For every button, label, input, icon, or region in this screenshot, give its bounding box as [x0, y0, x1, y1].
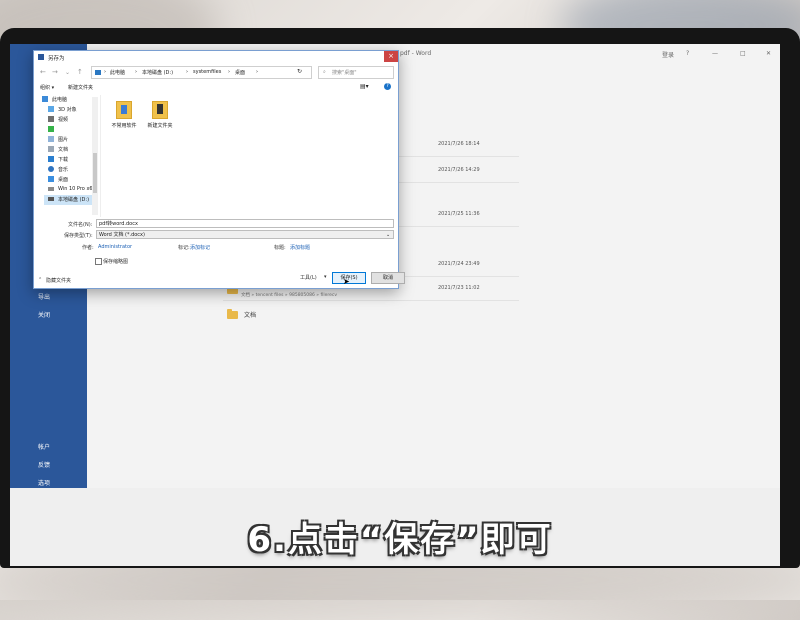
folder-icon — [227, 309, 238, 319]
filename-label: 文件名(N): — [68, 222, 93, 228]
filename-input[interactable]: pdf转word.docx — [96, 219, 394, 228]
nav-feedback[interactable]: 反馈 — [10, 460, 87, 469]
back-arrow-icon[interactable]: ← — [40, 68, 46, 76]
minimize-button[interactable]: — — [712, 50, 718, 57]
music-icon — [48, 166, 54, 172]
add-tags-link[interactable]: 添加标记 — [190, 244, 210, 251]
author-label: 作者: — [82, 245, 94, 251]
download-icon — [48, 156, 54, 162]
save-as-dialog: 另存为 × ← → ⌄ ↑ › 此电脑 › 本地磁盘 (D:) › system… — [33, 50, 405, 289]
maximize-button[interactable]: □ — [740, 50, 746, 57]
dialog-titlebar: 另存为 × — [34, 51, 398, 63]
drive-icon — [48, 197, 54, 201]
dialog-close-icon[interactable]: × — [384, 51, 398, 62]
scrollbar-thumb[interactable] — [93, 153, 97, 193]
dialog-title: 另存为 — [48, 56, 65, 62]
nav-options[interactable]: 选项 — [10, 478, 87, 487]
dialog-toolbar: 组织 ▾ 新建文件夹 ▤▾ ? — [34, 81, 398, 93]
chevron-down-icon: ⌄ — [386, 232, 391, 238]
document-icon — [48, 146, 54, 152]
tools-button[interactable]: 工具(L) — [300, 274, 317, 281]
file-item-folder[interactable]: 新建文件夹 — [141, 101, 179, 135]
window-title: pdf - Word — [400, 50, 432, 57]
hide-folders-button[interactable]: 隐藏文件夹 — [46, 277, 71, 284]
title-label: 标题: — [274, 245, 286, 251]
nav-account[interactable]: 帐户 — [10, 442, 87, 451]
mouse-cursor-icon: ➤ — [343, 277, 350, 286]
drive-icon — [48, 187, 54, 191]
thumbnail-checkbox[interactable] — [95, 258, 102, 265]
caption: 6.点击“保存”即可 — [247, 520, 553, 560]
tags-label: 标记: — [178, 245, 190, 251]
sign-in-link[interactable]: 登录 — [662, 50, 674, 59]
help-icon[interactable]: ? — [384, 83, 391, 90]
breadcrumb-local-disk[interactable]: 本地磁盘 (D:) — [142, 69, 173, 76]
tree-scrollbar[interactable] — [92, 97, 98, 215]
desktop-icon — [48, 176, 54, 182]
view-options-icon[interactable]: ▤▾ — [360, 83, 369, 90]
close-button[interactable]: ✕ — [766, 50, 771, 57]
screen: 导出 关闭 帐户 反馈 选项 2021/7/26 18:14 2021/7/26… — [10, 44, 780, 488]
recent-locations-icon[interactable]: ⌄ — [65, 69, 70, 76]
chevron-up-icon[interactable]: ⌃ — [38, 277, 42, 283]
computer-icon — [95, 70, 101, 75]
app-icon — [48, 126, 54, 132]
nav-close[interactable]: 关闭 — [10, 310, 87, 319]
nav-export[interactable]: 导出 — [10, 292, 87, 301]
cancel-button[interactable]: 取消 — [371, 272, 405, 284]
filetype-select[interactable]: Word 文档 (*.docx) — [96, 230, 394, 239]
refresh-icon[interactable]: ↻ — [297, 68, 302, 75]
navigation-tree: 此电脑 3D 对象 视频 图片 文档 下载 音乐 桌面 Win 10 Pro x… — [34, 95, 101, 217]
new-folder-button[interactable]: 新建文件夹 — [68, 84, 93, 91]
up-arrow-icon[interactable]: ↑ — [77, 68, 83, 76]
filetype-label: 保存类型(T): — [64, 233, 93, 239]
search-box[interactable]: ⌕ 搜索"桌面" — [318, 66, 394, 79]
file-item-folder[interactable]: 不常用软件 — [105, 101, 143, 135]
video-icon — [48, 116, 54, 122]
picture-icon — [48, 136, 54, 142]
folder-icon — [116, 101, 132, 119]
address-bar[interactable]: › 此电脑 › 本地磁盘 (D:) › systemfiles › 桌面 › ↻ — [91, 66, 312, 79]
breadcrumb-desktop[interactable]: 桌面 — [235, 69, 245, 76]
chevron-down-icon: ▾ — [324, 274, 327, 280]
add-title-link[interactable]: 添加标题 — [290, 244, 310, 251]
word-app-icon — [38, 54, 44, 60]
computer-icon — [42, 96, 48, 102]
author-value[interactable]: Administrator — [98, 244, 132, 250]
search-placeholder: 搜索"桌面" — [332, 70, 357, 76]
file-list: 不常用软件 新建文件夹 — [101, 95, 398, 217]
tree-item-d-drive[interactable]: 本地磁盘 (D:) — [44, 195, 94, 205]
thumbnail-label: 保存缩略图 — [103, 259, 129, 265]
search-icon: ⌕ — [323, 69, 326, 75]
forward-arrow-icon[interactable]: → — [52, 68, 58, 76]
cube-icon — [48, 106, 54, 112]
breadcrumb-systemfiles[interactable]: systemfiles — [193, 69, 221, 75]
breadcrumb-this-pc[interactable]: 此电脑 — [110, 69, 125, 76]
help-button[interactable]: ? — [686, 50, 689, 57]
organize-button[interactable]: 组织 ▾ — [40, 84, 54, 91]
folder-icon — [152, 101, 168, 119]
recent-folder-docs[interactable]: 文档 — [223, 302, 519, 326]
